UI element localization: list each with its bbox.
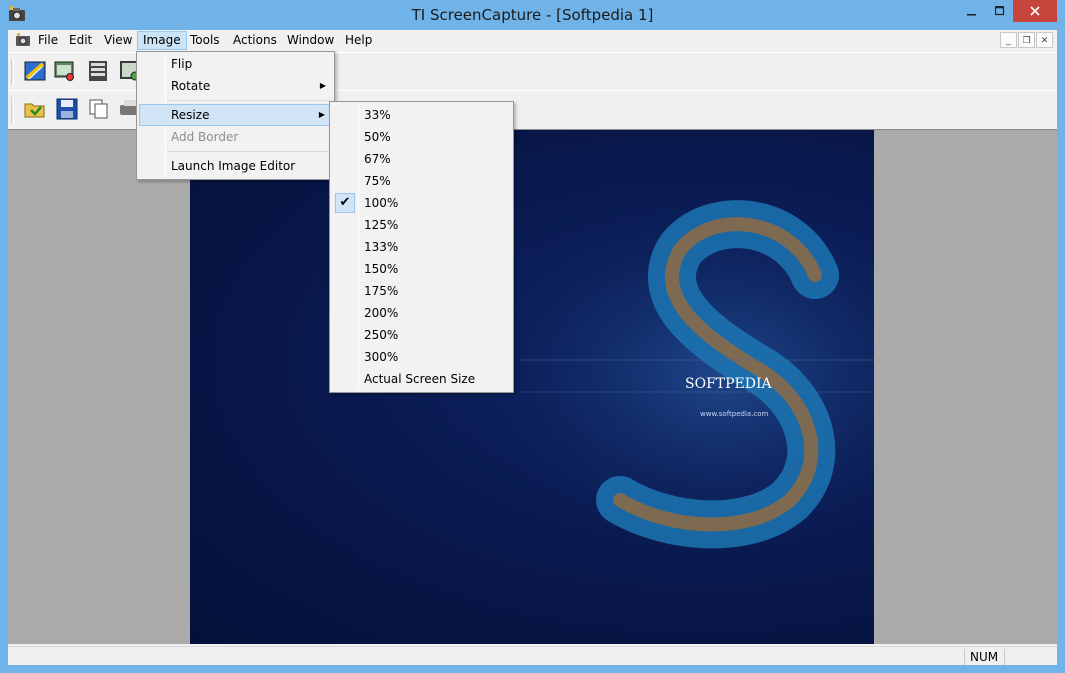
resize-150[interactable]: 150% (332, 258, 511, 280)
menu-item-label: Resize (171, 108, 210, 122)
menu-help[interactable]: Help (340, 31, 377, 50)
mdi-close-icon[interactable]: ✕ (1036, 32, 1053, 48)
toolbar-grip[interactable] (11, 97, 14, 123)
resize-250[interactable]: 250% (332, 324, 511, 346)
menu-bar: File Edit View Image Tools Actions Windo… (8, 30, 1057, 50)
checkmark-icon: ✔ (335, 193, 355, 213)
resize-actual-screen-size[interactable]: Actual Screen Size (332, 368, 511, 390)
menu-separator (167, 100, 330, 101)
menu-item-label: Rotate (171, 79, 211, 93)
close-icon[interactable] (1013, 0, 1057, 22)
menu-item-add-border[interactable]: Add Border (139, 126, 332, 148)
menu-item-rotate[interactable]: Rotate ▶ (139, 75, 332, 97)
submenu-arrow-icon: ▶ (318, 110, 325, 119)
menu-view[interactable]: View (99, 31, 137, 50)
resize-50[interactable]: 50% (332, 126, 511, 148)
menu-item-flip[interactable]: Flip (139, 53, 332, 75)
captured-image[interactable]: SOFTPEDIA www.softpedia.com (190, 130, 874, 644)
image-brand-text: SOFTPEDIA (685, 376, 773, 392)
save-icon[interactable] (55, 97, 79, 121)
resize-submenu: 33% 50% 67% 75% ✔ 100% 125% 133% 150% 17… (329, 101, 514, 393)
resize-133[interactable]: 133% (332, 236, 511, 258)
resize-67[interactable]: 67% (332, 148, 511, 170)
menu-window[interactable]: Window (282, 31, 339, 50)
menu-item-resize[interactable]: Resize ▶ (139, 104, 332, 126)
menu-actions[interactable]: Actions (228, 31, 282, 50)
title-bar[interactable]: TI ScreenCapture - [Softpedia 1] (0, 0, 1065, 30)
menu-item-label: 100% (364, 196, 399, 210)
open-folder-icon[interactable] (23, 97, 47, 121)
menu-separator (167, 151, 330, 152)
menu-item-label: Launch Image Editor (171, 159, 296, 173)
toolbar-grip[interactable] (11, 59, 14, 85)
resize-100[interactable]: ✔ 100% (332, 192, 511, 214)
capture-window-icon[interactable] (53, 59, 77, 83)
resize-33[interactable]: 33% (332, 104, 511, 126)
image-url-text: www.softpedia.com (700, 410, 769, 418)
resize-300[interactable]: 300% (332, 346, 511, 368)
resize-175[interactable]: 175% (332, 280, 511, 302)
status-bar: NUM (8, 646, 1057, 665)
window-title: TI ScreenCapture - [Softpedia 1] (411, 6, 654, 24)
mdi-child-controls: _ ❐ ✕ (1000, 32, 1053, 48)
image-menu-dropdown: Flip Rotate ▶ Resize ▶ Add Border Launch I… (136, 51, 335, 180)
copy-icon[interactable] (87, 97, 111, 121)
resize-125[interactable]: 125% (332, 214, 511, 236)
menu-item-launch-image-editor[interactable]: Launch Image Editor (139, 155, 332, 177)
status-pane-empty (1004, 649, 1044, 665)
resize-200[interactable]: 200% (332, 302, 511, 324)
menu-edit[interactable]: Edit (64, 31, 97, 50)
resize-75[interactable]: 75% (332, 170, 511, 192)
menu-item-label: Add Border (171, 130, 239, 144)
num-lock-indicator: NUM (964, 649, 1004, 665)
document-camera-icon[interactable] (15, 32, 31, 48)
menu-tools[interactable]: Tools (185, 31, 225, 50)
app-window: TI ScreenCapture - [Softpedia 1] File Ed… (0, 0, 1065, 673)
mdi-workspace: SOFTPEDIA www.softpedia.com (8, 129, 1057, 644)
softpedia-wallpaper-graphic: SOFTPEDIA www.softpedia.com (190, 130, 874, 644)
maximize-icon[interactable] (986, 0, 1013, 22)
capture-desktop-icon[interactable] (23, 59, 47, 83)
menu-image[interactable]: Image (137, 31, 187, 50)
capture-region-icon[interactable] (86, 59, 110, 83)
menu-item-label: Flip (171, 57, 193, 71)
minimize-icon[interactable] (958, 0, 985, 22)
menu-file[interactable]: File (33, 31, 63, 50)
mdi-restore-icon[interactable]: ❐ (1018, 32, 1035, 48)
submenu-arrow-icon: ▶ (319, 81, 326, 90)
mdi-minimize-icon[interactable]: _ (1000, 32, 1017, 48)
